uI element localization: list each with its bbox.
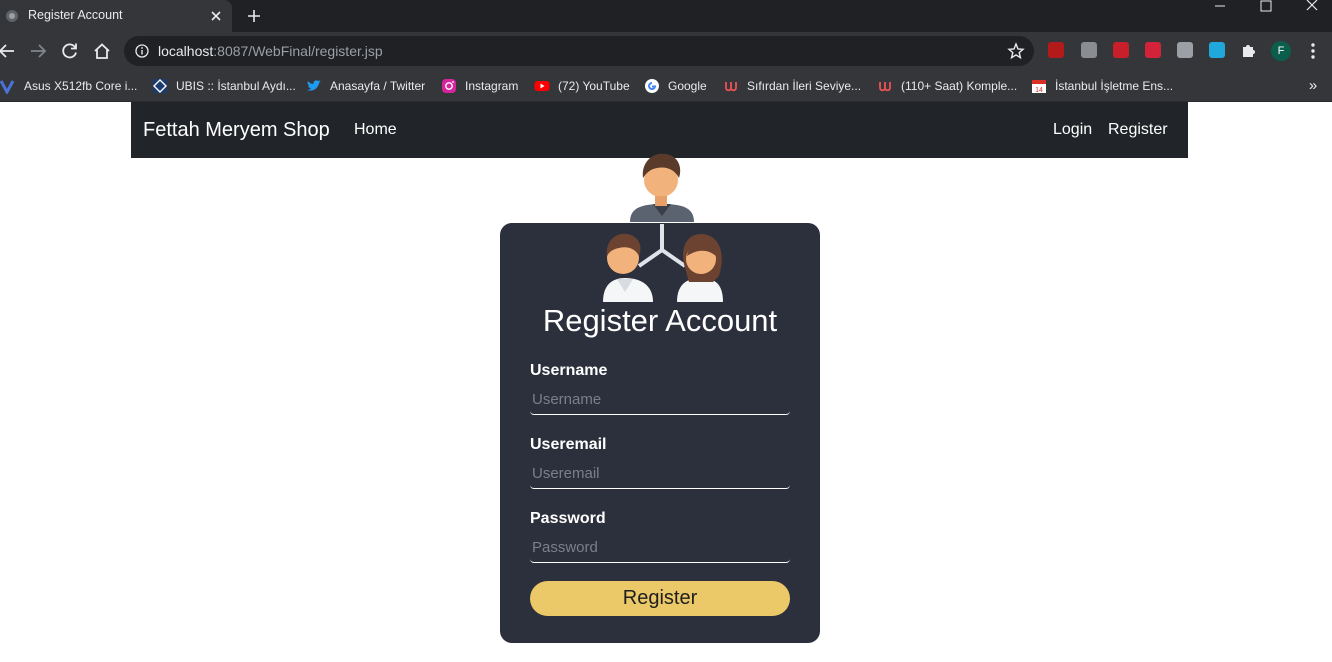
address-bar[interactable]: localhost:8087/WebFinal/register.jsp [124,36,1034,66]
browser-toolbar: localhost:8087/WebFinal/register.jsp F [0,32,1332,70]
bookmarks-bar: Asus X512fb Core i... UBIS :: İstanbul A… [0,70,1332,102]
forward-arrow-icon[interactable] [27,40,49,62]
window-close-icon[interactable] [1289,0,1332,32]
username-input[interactable] [530,385,790,415]
pdf-extension-icon[interactable] [1048,42,1064,58]
reload-icon[interactable] [59,40,81,62]
users-group-icon [603,153,723,302]
form-title: Register Account [542,303,778,338]
bookmarks-overflow-button[interactable]: » [1304,76,1322,96]
browser-tab[interactable]: Register Account [0,0,232,32]
bookmark-item[interactable]: (110+ Saat) Komple... [877,76,1017,96]
info-icon[interactable] [135,44,149,58]
home-icon[interactable] [91,40,113,62]
bookmark-item[interactable]: Instagram [441,76,518,96]
password-label: Password [530,510,606,527]
bookmark-item[interactable]: UBIS :: İstanbul Aydı... [152,76,296,96]
extension-icon[interactable] [1177,42,1193,58]
udemy-icon [879,82,891,92]
back-arrow-icon[interactable] [0,40,18,62]
ubis-icon [153,79,167,93]
profile-avatar[interactable]: F [1271,41,1291,61]
bookmark-star-icon[interactable] [1007,42,1025,60]
password-input[interactable] [530,533,790,563]
tab-title: Register Account [28,8,123,22]
minimize-icon[interactable] [1197,0,1243,32]
nav-home-link[interactable]: Home [354,121,397,139]
close-icon[interactable] [207,7,225,25]
site-brand[interactable]: Fettah Meryem Shop [143,119,330,142]
extension-icon[interactable] [1081,42,1097,58]
youtube-icon [534,81,550,91]
google-icon [645,79,659,93]
twitter-icon [307,80,321,91]
bookmark-item[interactable]: (72) YouTube [534,76,630,96]
register-submit-button[interactable]: Register [530,581,790,616]
nav-register-link[interactable]: Register [1108,121,1168,139]
bookmark-item[interactable]: 14 İstanbul İşletme Ens... [1031,76,1173,96]
new-tab-icon[interactable] [245,7,263,25]
useremail-input[interactable] [530,459,790,489]
vaio-icon [0,80,15,94]
instagram-icon [442,79,456,93]
extension-icon[interactable] [1145,42,1161,58]
extension-icon[interactable] [1209,42,1225,58]
bookmark-item[interactable]: Asus X512fb Core i... [0,76,137,96]
puzzle-icon[interactable] [1241,42,1257,58]
username-label: Username [530,362,608,379]
svg-text:14: 14 [1035,87,1043,94]
url-text: localhost:8087/WebFinal/register.jsp [158,43,383,59]
site-navbar: Fettah Meryem Shop Home Login Register [131,102,1188,158]
bookmark-item[interactable]: Anasayfa / Twitter [306,76,425,96]
browser-tab-bar: Register Account [0,0,1332,32]
bookmark-item[interactable]: Google [644,76,707,96]
extension-icon[interactable] [1113,42,1129,58]
url-host: localhost [158,43,214,59]
calendar-icon: 14 [1032,80,1046,94]
udemy-icon [725,82,737,92]
useremail-label: Useremail [530,436,607,453]
nav-login-link[interactable]: Login [1053,121,1092,139]
menu-kebab-icon[interactable] [1305,41,1321,61]
bookmark-item[interactable]: Sıfırdan İleri Seviye... [723,76,861,96]
globe-icon [6,10,18,22]
url-path: :8087/WebFinal/register.jsp [213,43,383,59]
maximize-icon[interactable] [1243,0,1289,32]
